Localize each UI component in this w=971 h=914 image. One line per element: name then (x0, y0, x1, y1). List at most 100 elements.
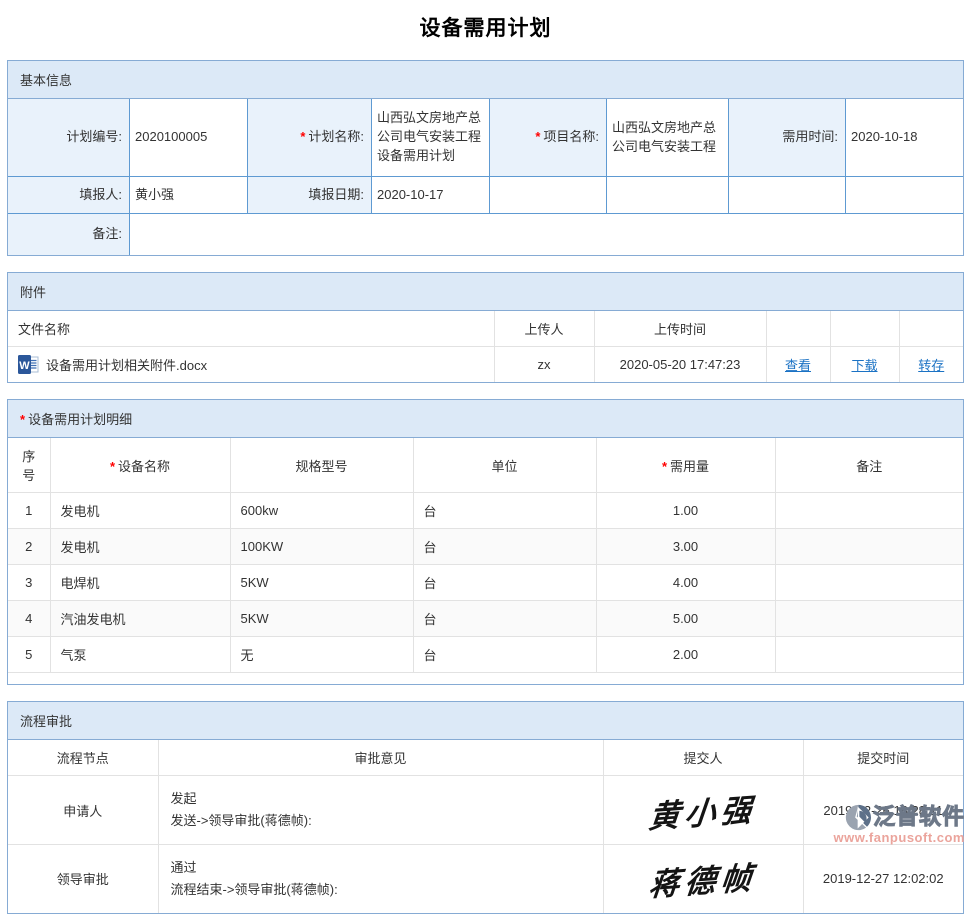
unit: 台 (413, 565, 596, 601)
seq: 4 (8, 601, 50, 637)
col-device-name: *设备名称 (50, 438, 230, 493)
reporter-label: 填报人: (8, 177, 129, 213)
details-section: *设备需用计划明细 序号 *设备名称 规格型号 单位 *需用量 备注 1 发电机… (7, 399, 964, 685)
device-name: 汽油发电机 (50, 601, 230, 637)
col-qty: *需用量 (596, 438, 775, 493)
file-name[interactable]: 设备需用计划相关附件.docx (46, 355, 207, 374)
empty-cell (846, 177, 963, 213)
need-time-label: 需用时间: (729, 99, 845, 176)
details-table: 序号 *设备名称 规格型号 单位 *需用量 备注 1 发电机 600kw 台 1… (8, 438, 963, 673)
project-name-label: *项目名称: (490, 99, 606, 176)
device-name: 发电机 (50, 493, 230, 529)
qty: 5.00 (596, 601, 775, 637)
svg-text:W: W (19, 360, 30, 372)
seq: 5 (8, 637, 50, 673)
spec-model: 5KW (230, 601, 413, 637)
node: 领导审批 (8, 845, 158, 913)
detail-row: 2 发电机 100KW 台 3.00 (8, 529, 963, 565)
remark (775, 565, 963, 601)
word-file-icon: W (18, 355, 39, 374)
col-uploader: 上传人 (494, 311, 594, 347)
col-unit: 单位 (413, 438, 596, 493)
submit-time: 2019-12-26 18:28:11 (803, 776, 963, 845)
plan-no-label: 计划编号: (8, 99, 129, 176)
col-upload-time: 上传时间 (594, 311, 766, 347)
details-bottom-padding (8, 673, 963, 684)
col-submitter: 提交人 (603, 740, 803, 776)
report-date-value: 2020-10-17 (372, 177, 489, 213)
basic-info-section: 基本信息 计划编号: 2020100005 *计划名称: 山西弘文房地产总公司电… (7, 60, 964, 256)
device-name: 发电机 (50, 529, 230, 565)
required-marker: * (535, 128, 540, 147)
col-file-name: 文件名称 (8, 311, 494, 347)
col-node: 流程节点 (8, 740, 158, 776)
col-submit-time: 提交时间 (803, 740, 963, 776)
qty: 4.00 (596, 565, 775, 601)
attachments-section: 附件 文件名称 上传人 上传时间 (7, 272, 964, 383)
detail-row: 5 气泵 无 台 2.00 (8, 637, 963, 673)
col-remark: 备注 (775, 438, 963, 493)
remark-label: 备注: (8, 214, 129, 255)
unit: 台 (413, 601, 596, 637)
reporter-value: 黄小强 (130, 177, 247, 213)
report-date-label: 填报日期: (248, 177, 371, 213)
empty-cell (490, 177, 606, 213)
col-seq: 序号 (8, 438, 50, 493)
col-action-empty (899, 311, 963, 347)
uploader-value: zx (494, 347, 594, 383)
device-name: 气泵 (50, 637, 230, 673)
col-opinion: 审批意见 (158, 740, 603, 776)
col-action-empty (830, 311, 899, 347)
opinion: 通过 流程结束->领导审批(蒋德帧): (158, 845, 603, 913)
spec-model: 100KW (230, 529, 413, 565)
unit: 台 (413, 637, 596, 673)
attachments-table: 文件名称 上传人 上传时间 W (8, 311, 963, 382)
approval-row: 领导审批 通过 流程结束->领导审批(蒋德帧): 蒋德帧 2019-12-27 … (8, 845, 963, 913)
empty-cell (607, 177, 728, 213)
approval-section: 流程审批 流程节点 审批意见 提交人 提交时间 申请人 发起 发送->领导审批(… (7, 701, 964, 914)
submitter-signature: 黄小强 (603, 776, 803, 845)
col-action-empty (766, 311, 830, 347)
view-link[interactable]: 查看 (785, 358, 811, 373)
download-link[interactable]: 下载 (851, 358, 877, 373)
remark (775, 529, 963, 565)
plan-name-label: *计划名称: (248, 99, 371, 176)
seq: 1 (8, 493, 50, 529)
unit: 台 (413, 529, 596, 565)
save-as-link[interactable]: 转存 (918, 358, 944, 373)
need-time-value: 2020-10-18 (846, 99, 963, 176)
qty: 1.00 (596, 493, 775, 529)
opinion-line2: 发送->领导审批(蒋德帧): (171, 810, 591, 832)
device-name: 电焊机 (50, 565, 230, 601)
submit-time: 2019-12-27 12:02:02 (803, 845, 963, 913)
required-marker: * (662, 459, 667, 474)
details-header: *设备需用计划明细 (8, 400, 963, 438)
attachment-row: W 设备需用计划相关附件.docx zx 2020-05-20 17:47:23… (8, 347, 963, 383)
opinion: 发起 发送->领导审批(蒋德帧): (158, 776, 603, 845)
node: 申请人 (8, 776, 158, 845)
required-marker: * (20, 412, 25, 427)
opinion-line1: 通过 (171, 857, 591, 879)
approval-table: 流程节点 审批意见 提交人 提交时间 申请人 发起 发送->领导审批(蒋德帧):… (8, 740, 963, 913)
required-marker: * (300, 128, 305, 147)
plan-name-value: 山西弘文房地产总公司电气安装工程设备需用计划 (372, 99, 489, 176)
unit: 台 (413, 493, 596, 529)
spec-model: 无 (230, 637, 413, 673)
detail-row: 1 发电机 600kw 台 1.00 (8, 493, 963, 529)
detail-row: 3 电焊机 5KW 台 4.00 (8, 565, 963, 601)
remark-value (130, 214, 963, 255)
remark (775, 601, 963, 637)
plan-no-value: 2020100005 (130, 99, 247, 176)
attachments-header: 附件 (8, 273, 963, 311)
project-name-value: 山西弘文房地产总公司电气安装工程 (607, 99, 728, 176)
seq: 3 (8, 565, 50, 601)
col-spec-model: 规格型号 (230, 438, 413, 493)
file-cell: W 设备需用计划相关附件.docx (18, 355, 484, 374)
remark (775, 637, 963, 673)
submitter-signature: 蒋德帧 (603, 845, 803, 913)
page-title: 设备需用计划 (0, 0, 971, 60)
upload-time-value: 2020-05-20 17:47:23 (594, 347, 766, 383)
seq: 2 (8, 529, 50, 565)
spec-model: 5KW (230, 565, 413, 601)
approval-row: 申请人 发起 发送->领导审批(蒋德帧): 黄小强 2019-12-26 18:… (8, 776, 963, 845)
